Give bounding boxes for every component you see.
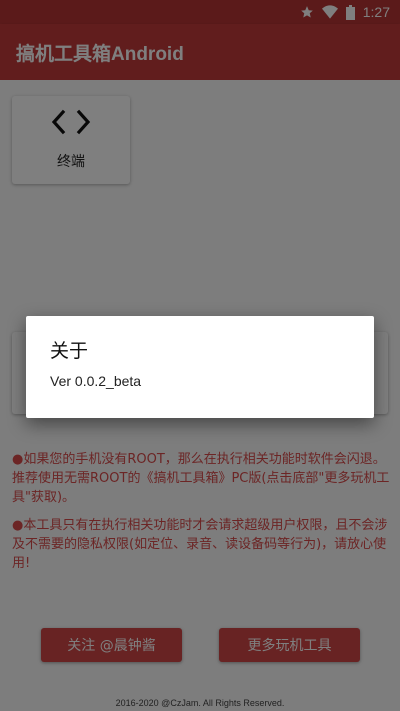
dialog-title: 关于 [50, 340, 89, 362]
about-dialog: 关于 Ver 0.0.2_beta [26, 316, 374, 418]
dialog-message: Ver 0.0.2_beta [50, 373, 142, 389]
